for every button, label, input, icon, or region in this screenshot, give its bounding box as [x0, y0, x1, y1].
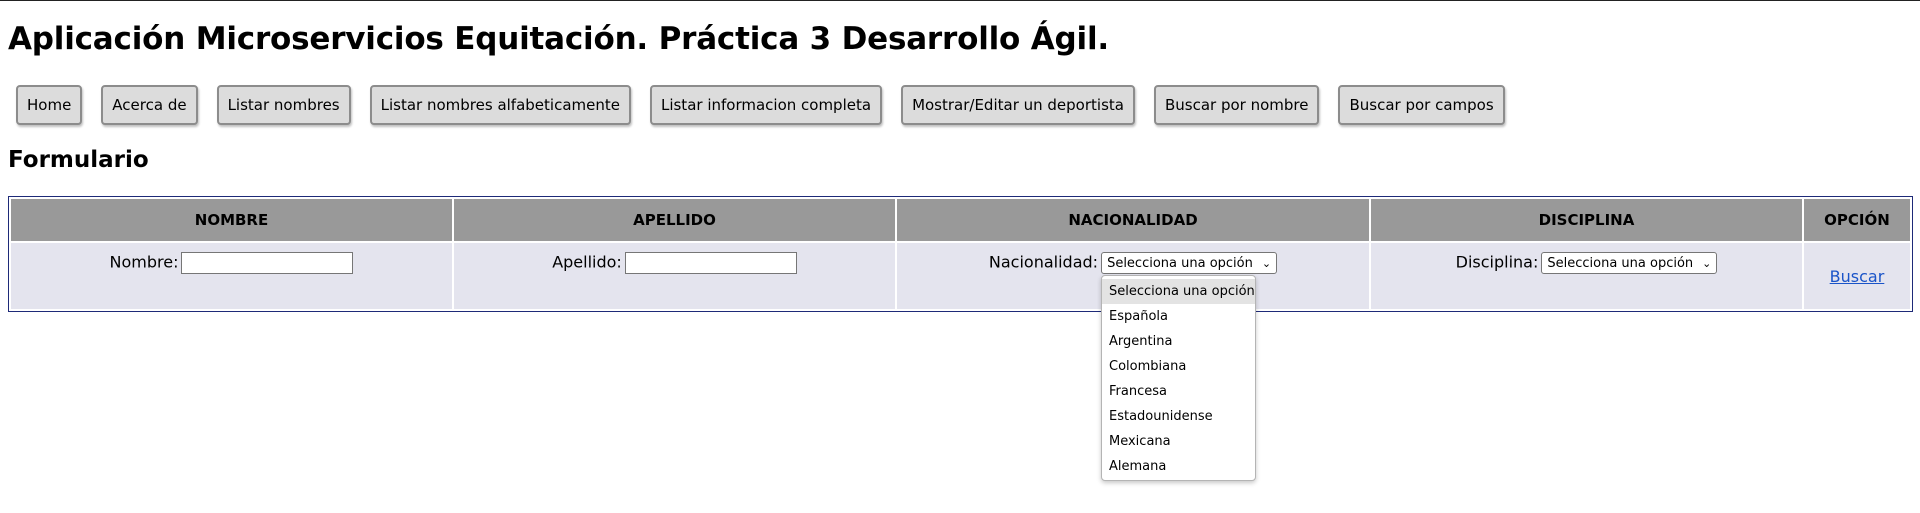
- chevron-down-icon: ⌄: [1261, 256, 1272, 270]
- nacionalidad-select[interactable]: Selecciona una opción ⌄: [1101, 252, 1278, 274]
- disciplina-label: Disciplina:: [1455, 252, 1539, 272]
- dropdown-option[interactable]: Francesa: [1102, 379, 1255, 404]
- disciplina-selected-value: Selecciona una opción: [1547, 255, 1694, 271]
- nombre-input[interactable]: [181, 252, 354, 274]
- table-row: Nombre: Apellido: Nacionalidad: Seleccion…: [11, 243, 1910, 309]
- home-button[interactable]: Home: [16, 85, 83, 125]
- list-full-info-button[interactable]: Listar informacion completa: [649, 85, 883, 125]
- search-link[interactable]: Buscar: [1830, 267, 1885, 286]
- search-form-table: NOMBRE APELLIDO NACIONALIDAD DISCIPLINA …: [8, 196, 1913, 312]
- nacionalidad-dropdown-list: Selecciona una opción Española Argentina…: [1101, 275, 1256, 481]
- column-header-nacionalidad: NACIONALIDAD: [897, 199, 1369, 241]
- about-button[interactable]: Acerca de: [101, 85, 198, 125]
- disciplina-cell: Disciplina: Selecciona una opción ⌄: [1371, 243, 1802, 309]
- page-title: Aplicación Microservicios Equitación. Pr…: [8, 21, 1109, 57]
- main-nav: Home Acerca de Listar nombres Listar nom…: [16, 85, 1505, 125]
- nombre-label: Nombre:: [109, 252, 179, 272]
- dropdown-option[interactable]: Argentina: [1102, 329, 1255, 354]
- column-header-disciplina: DISCIPLINA: [1371, 199, 1802, 241]
- nacionalidad-selected-value: Selecciona una opción: [1107, 255, 1253, 271]
- column-header-nombre: NOMBRE: [11, 199, 452, 241]
- apellido-input[interactable]: [624, 252, 797, 274]
- list-names-alphabetically-button[interactable]: Listar nombres alfabeticamente: [369, 85, 631, 125]
- search-by-name-button[interactable]: Buscar por nombre: [1153, 85, 1320, 125]
- column-header-apellido: APELLIDO: [454, 199, 895, 241]
- table-header-row: NOMBRE APELLIDO NACIONALIDAD DISCIPLINA …: [11, 199, 1910, 241]
- form-title: Formulario: [8, 147, 149, 173]
- disciplina-select[interactable]: Selecciona una opción ⌄: [1541, 252, 1718, 274]
- chevron-down-icon: ⌄: [1702, 256, 1712, 270]
- apellido-cell: Apellido:: [454, 243, 895, 309]
- show-edit-athlete-button[interactable]: Mostrar/Editar un deportista: [901, 85, 1135, 125]
- dropdown-option[interactable]: Estadounidense: [1102, 404, 1255, 429]
- apellido-label: Apellido:: [552, 252, 622, 272]
- dropdown-option[interactable]: Selecciona una opción: [1102, 279, 1255, 304]
- opcion-cell: Buscar: [1804, 243, 1910, 309]
- list-names-button[interactable]: Listar nombres: [216, 85, 351, 125]
- nacionalidad-label: Nacionalidad:: [988, 252, 1099, 272]
- dropdown-option[interactable]: Alemana: [1102, 454, 1255, 479]
- search-by-fields-button[interactable]: Buscar por campos: [1338, 85, 1505, 125]
- nombre-cell: Nombre:: [11, 243, 452, 309]
- dropdown-option[interactable]: Española: [1102, 304, 1255, 329]
- column-header-opcion: OPCIÓN: [1804, 199, 1910, 241]
- dropdown-option[interactable]: Colombiana: [1102, 354, 1255, 379]
- dropdown-option[interactable]: Mexicana: [1102, 429, 1255, 454]
